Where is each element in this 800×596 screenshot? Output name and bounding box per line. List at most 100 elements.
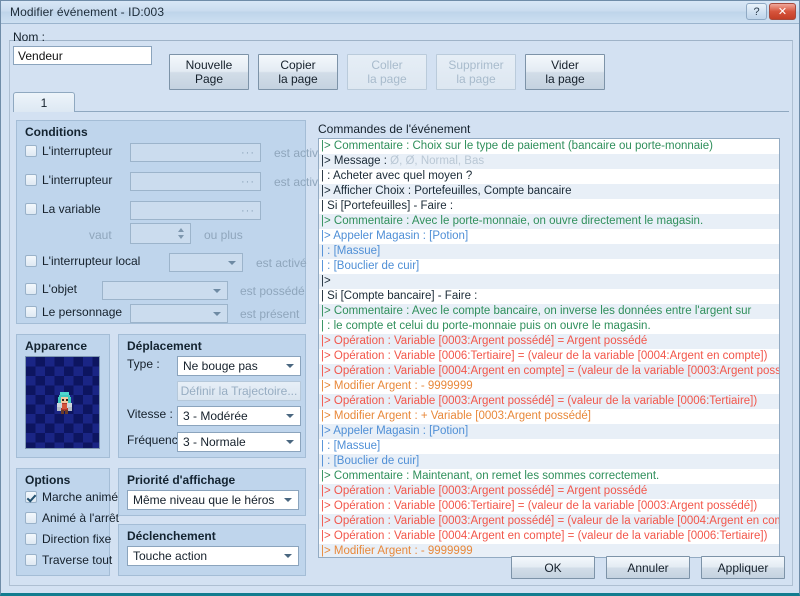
chevron-down-icon[interactable]: [286, 440, 294, 444]
movement-speed-combo[interactable]: 3 - Modérée: [177, 406, 301, 426]
condition-item-checkbox[interactable]: [25, 283, 37, 295]
event-command-line[interactable]: |> Commentaire : Choix sur le type de pa…: [319, 139, 779, 154]
new-page-line2: Page: [194, 72, 224, 86]
event-commands-list[interactable]: |> Commentaire : Choix sur le type de pa…: [318, 138, 780, 558]
name-label-text: Nom :: [13, 30, 46, 44]
client-area: Nom : Nouvelle Page Copier la page Colle…: [1, 24, 799, 593]
option-stop-animation[interactable]: Animé à l'arrêt: [25, 511, 119, 525]
event-command-line[interactable]: | Si [Portefeuilles] - Faire :: [319, 199, 779, 214]
chevron-down-icon[interactable]: [213, 289, 221, 293]
clear-page-button[interactable]: Vider la page: [525, 54, 605, 90]
condition-actor[interactable]: Le personnage: [25, 305, 122, 319]
option-walk-animation[interactable]: Marche animée: [25, 490, 125, 504]
event-command-line[interactable]: | Si [Compte bancaire] - Faire :: [319, 289, 779, 304]
apply-button[interactable]: Appliquer: [701, 556, 785, 579]
ok-button-label: OK: [544, 560, 562, 575]
event-command-line[interactable]: |> Opération : Variable [0006:Tertiaire]…: [319, 349, 779, 364]
page-button-group: Nouvelle Page Copier la page Coller la p…: [169, 54, 605, 90]
event-command-line[interactable]: | : le compte et celui du porte-monnaie …: [319, 319, 779, 334]
chevron-down-icon[interactable]: [284, 554, 292, 558]
condition-variable-browse-icon[interactable]: ···: [241, 205, 255, 217]
event-command-line[interactable]: | : [Massue]: [319, 244, 779, 259]
option-fixed-direction[interactable]: Direction fixe: [25, 532, 111, 546]
event-command-line[interactable]: |> Commentaire : Avec le compte bancaire…: [319, 304, 779, 319]
event-command-line[interactable]: |>: [319, 274, 779, 289]
condition-local-switch-combo[interactable]: [169, 253, 243, 272]
condition-switch-2-field[interactable]: ···: [130, 172, 261, 191]
event-command-line[interactable]: | : [Bouclier de cuir]: [319, 259, 779, 274]
new-page-button[interactable]: Nouvelle Page: [169, 54, 249, 90]
condition-switch-2-browse-icon[interactable]: ···: [241, 176, 255, 188]
event-command-line[interactable]: |> Opération : Variable [0006:Tertiaire]…: [319, 499, 779, 514]
condition-local-switch-label: L'interrupteur local: [42, 254, 141, 268]
condition-switch-2[interactable]: L'interrupteur: [25, 173, 112, 187]
tab-page-1[interactable]: 1: [13, 92, 75, 112]
name-input[interactable]: [13, 46, 152, 65]
condition-variable-field[interactable]: ···: [130, 201, 261, 220]
stepper-down-icon[interactable]: [178, 235, 184, 239]
movement-frequency-combo[interactable]: 3 - Normale: [177, 432, 301, 452]
copy-page-button[interactable]: Copier la page: [258, 54, 338, 90]
event-command-line[interactable]: |> Appeler Magasin : [Potion]: [319, 424, 779, 439]
condition-switch-1-checkbox[interactable]: [25, 145, 37, 157]
chevron-down-icon[interactable]: [228, 261, 236, 265]
condition-switch-1-browse-icon[interactable]: ···: [241, 147, 255, 159]
chevron-down-icon[interactable]: [286, 364, 294, 368]
ok-button[interactable]: OK: [511, 556, 595, 579]
event-command-line[interactable]: |> Opération : Variable [0003:Argent pos…: [319, 484, 779, 499]
event-command-line[interactable]: |> Modifier Argent : - 9999999: [319, 379, 779, 394]
condition-local-switch-checkbox[interactable]: [25, 255, 37, 267]
condition-switch-1[interactable]: L'interrupteur: [25, 144, 112, 158]
chevron-down-icon[interactable]: [284, 498, 292, 502]
condition-switch-2-checkbox[interactable]: [25, 174, 37, 186]
option-walk-animation-checkbox[interactable]: [25, 491, 37, 503]
event-command-line[interactable]: |> Opération : Variable [0003:Argent pos…: [319, 394, 779, 409]
stepper-up-icon[interactable]: [178, 228, 184, 232]
movement-type-combo[interactable]: Ne bouge pas: [177, 356, 301, 376]
condition-actor-suffix: est présent: [240, 307, 300, 321]
trigger-value: Touche action: [133, 549, 208, 563]
event-command-line[interactable]: | : [Massue]: [319, 439, 779, 454]
trigger-title: Déclenchement: [127, 529, 216, 543]
condition-item[interactable]: L'objet: [25, 282, 77, 296]
event-command-line[interactable]: |> Commentaire : Maintenant, on remet le…: [319, 469, 779, 484]
event-command-line[interactable]: |> Opération : Variable [0003:Argent pos…: [319, 514, 779, 529]
condition-switch-1-field[interactable]: ···: [130, 143, 261, 162]
event-command-line[interactable]: |> Afficher Choix : Portefeuilles, Compt…: [319, 184, 779, 199]
option-stop-animation-checkbox[interactable]: [25, 512, 37, 524]
event-command-line[interactable]: | : [Bouclier de cuir]: [319, 454, 779, 469]
condition-actor-combo[interactable]: [130, 304, 228, 323]
help-icon[interactable]: ?: [746, 3, 767, 20]
close-icon[interactable]: ✕: [769, 3, 796, 20]
movement-type-value: Ne bouge pas: [183, 359, 258, 373]
event-command-line[interactable]: |> Opération : Variable [0003:Argent pos…: [319, 334, 779, 349]
condition-variable-checkbox[interactable]: [25, 203, 37, 215]
cancel-button[interactable]: Annuler: [606, 556, 690, 579]
event-command-line[interactable]: |> Commentaire : Avec le porte-monnaie, …: [319, 214, 779, 229]
event-command-line[interactable]: |> Opération : Variable [0004:Argent en …: [319, 364, 779, 379]
character-sprite-preview[interactable]: [25, 356, 100, 449]
trigger-combo[interactable]: Touche action: [127, 546, 299, 566]
chevron-down-icon[interactable]: [213, 312, 221, 316]
chevron-down-icon[interactable]: [286, 414, 294, 418]
condition-local-switch[interactable]: L'interrupteur local: [25, 254, 140, 268]
event-command-line[interactable]: |> Opération : Variable [0004:Argent en …: [319, 529, 779, 544]
define-route-button: Définir la Trajectoire...: [177, 381, 301, 401]
priority-combo[interactable]: Même niveau que le héros: [127, 490, 299, 510]
event-command-line[interactable]: |> Message : Ø, Ø, Normal, Bas: [319, 154, 779, 169]
condition-variable-value-stepper[interactable]: [130, 223, 191, 244]
event-command-line[interactable]: |> Appeler Magasin : [Potion]: [319, 229, 779, 244]
condition-item-combo[interactable]: [102, 281, 228, 300]
appearance-title: Apparence: [25, 339, 88, 353]
option-through-checkbox[interactable]: [25, 554, 37, 566]
condition-variable-label: La variable: [42, 202, 101, 216]
event-command-line[interactable]: |> Modifier Argent : + Variable [0003:Ar…: [319, 409, 779, 424]
options-panel: Options Marche animée Animé à l'arrêt Di…: [16, 468, 125, 576]
priority-panel: Priorité d'affichage Même niveau que le …: [118, 468, 306, 516]
event-command-line[interactable]: | : Acheter avec quel moyen ?: [319, 169, 779, 184]
condition-variable[interactable]: La variable: [25, 202, 101, 216]
character-sprite-icon: [57, 392, 72, 414]
condition-actor-checkbox[interactable]: [25, 306, 37, 318]
option-through[interactable]: Traverse tout: [25, 553, 112, 567]
option-fixed-direction-checkbox[interactable]: [25, 533, 37, 545]
